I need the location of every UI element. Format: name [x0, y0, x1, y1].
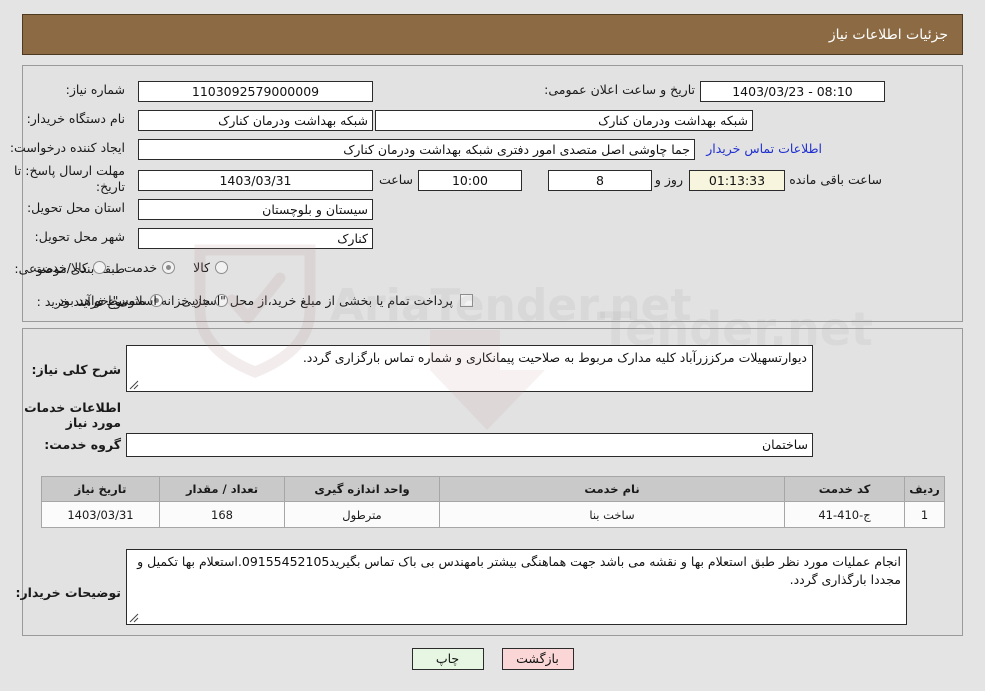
category-option-label: کالا/خدمت: [33, 260, 88, 275]
col-header-date: تاریخ نیاز: [41, 476, 160, 502]
radio-icon[interactable]: [215, 261, 228, 274]
province-label: استان محل تحویل:: [26, 200, 125, 215]
col-header-name: نام خدمت: [439, 476, 785, 502]
buyer-notes-textarea[interactable]: انجام عملیات مورد نظر طبق استعلام بها و …: [126, 549, 907, 625]
cell-unit: مترطول: [284, 501, 440, 528]
general-desc-label: شرح کلی نیاز:: [31, 362, 121, 377]
buyer-org-label-row: نام دستگاه خریدار:: [27, 111, 125, 126]
creator-label: ایجاد کننده درخواست:: [9, 140, 125, 155]
city-label: شهر محل تحویل:: [34, 229, 125, 244]
cell-radif: 1: [904, 501, 945, 528]
announce-datetime-label-row: تاریخ و ساعت اعلان عمومی:: [544, 82, 695, 97]
city-value: کنارک: [138, 228, 373, 249]
col-header-radif: ردیف: [904, 476, 945, 502]
general-desc-textarea[interactable]: دیوارتسهیلات مرکززرآباد کلیه مدارک مربوط…: [126, 345, 813, 392]
service-group-value[interactable]: ساختمان: [126, 433, 813, 457]
buyer-contact-link[interactable]: اطلاعات تماس خریدار: [706, 141, 822, 156]
radio-icon[interactable]: [162, 261, 176, 274]
radio-icon[interactable]: [92, 261, 106, 274]
page-root: AriaTender.net Tender.net جزئیات اطلاعات…: [0, 0, 985, 691]
page-header: جزئیات اطلاعات نیاز: [22, 14, 963, 55]
cell-code: ج-410-41: [784, 501, 905, 528]
resize-grip-icon[interactable]: [129, 380, 139, 390]
category-option-khedmat[interactable]: خدمت: [123, 260, 176, 275]
creator-value: جما چاوشی اصل متصدی امور دفتری شبکه بهدا…: [138, 139, 695, 160]
announce-datetime-value: 08:10 - 1403/03/23: [700, 81, 885, 102]
deadline-label: مهلت ارسال پاسخ: تا تاریخ:: [14, 163, 125, 194]
buyer-org-label: نام دستگاه خریدار:: [26, 111, 125, 126]
treasury-checkbox-row[interactable]: پرداخت تمام یا بخشی از مبلغ خرید،از محل …: [54, 293, 473, 308]
back-button[interactable]: بازگشت: [501, 648, 574, 670]
deadline-hour-value: 10:00: [418, 170, 522, 191]
footer-button-bar: بازگشت چاپ: [0, 648, 985, 670]
table-header-row: ردیف کد خدمت نام خدمت واحد اندازه گیری ت…: [41, 476, 945, 502]
items-table-wrapper: ردیف کد خدمت نام خدمت واحد اندازه گیری ت…: [41, 476, 945, 528]
general-desc-value: دیوارتسهیلات مرکززرآباد کلیه مدارک مربوط…: [302, 350, 807, 365]
need-number-label-row: شماره نیاز:: [66, 82, 125, 97]
remaining-time-label: ساعت باقی مانده: [789, 172, 882, 187]
province-label-row: استان محل تحویل:: [27, 200, 125, 215]
col-header-qty: تعداد / مقدار: [159, 476, 285, 502]
need-info-panel: [22, 65, 963, 322]
deadline-label-row: مهلت ارسال پاسخ: تا تاریخ:: [5, 163, 125, 195]
table-row: 1 ج-410-41 ساخت بنا مترطول 168 1403/03/3…: [41, 501, 945, 528]
buyer-notes-value: انجام عملیات مورد نظر طبق استعلام بها و …: [137, 554, 901, 587]
cell-date: 1403/03/31: [41, 501, 160, 528]
deadline-hour-label: ساعت: [378, 172, 413, 187]
buyer-notes-label: توضیحات خریدار:: [15, 585, 121, 600]
remaining-days-value: 8: [548, 170, 652, 191]
cell-name: ساخت بنا: [439, 501, 785, 528]
services-section-title: اطلاعات خدمات مورد نیاز: [24, 400, 121, 430]
cell-qty: 168: [159, 501, 285, 528]
province-value: سیستان و بلوچستان: [138, 199, 373, 220]
category-option-kala[interactable]: کالا: [193, 260, 228, 275]
items-table: ردیف کد خدمت نام خدمت واحد اندازه گیری ت…: [41, 476, 945, 528]
city-label-row: شهر محل تحویل:: [35, 229, 125, 244]
col-header-unit: واحد اندازه گیری: [284, 476, 440, 502]
category-option-label: خدمت: [123, 260, 158, 275]
category-radio-group: کالا خدمت کالا/خدمت: [15, 260, 228, 275]
page-title: جزئیات اطلاعات نیاز: [828, 26, 948, 43]
remaining-time-counter: 01:13:33: [689, 170, 785, 191]
resize-grip-icon[interactable]: [129, 613, 139, 623]
print-button[interactable]: چاپ: [411, 648, 484, 670]
need-number-label: شماره نیاز:: [65, 82, 125, 97]
buyer-org-value-continued: شبکه بهداشت ودرمان کنارک: [375, 110, 753, 131]
treasury-checkbox-label: پرداخت تمام یا بخشی از مبلغ خرید،از محل …: [54, 293, 453, 308]
buyer-org-value: شبکه بهداشت ودرمان کنارک: [138, 110, 373, 131]
checkbox-icon[interactable]: [460, 294, 473, 307]
announce-datetime-label: تاریخ و ساعت اعلان عمومی:: [544, 82, 695, 97]
category-option-label: کالا: [193, 260, 210, 275]
service-group-label: گروه خدمت:: [44, 437, 121, 452]
category-option-kala-khedmat[interactable]: کالا/خدمت: [33, 260, 106, 275]
deadline-date-value: 1403/03/31: [138, 170, 373, 191]
creator-label-row: ایجاد کننده درخواست:: [10, 140, 125, 155]
need-number-value: 1103092579000009: [138, 81, 373, 102]
col-header-code: کد خدمت: [784, 476, 905, 502]
remaining-days-label: روز و: [654, 172, 683, 187]
